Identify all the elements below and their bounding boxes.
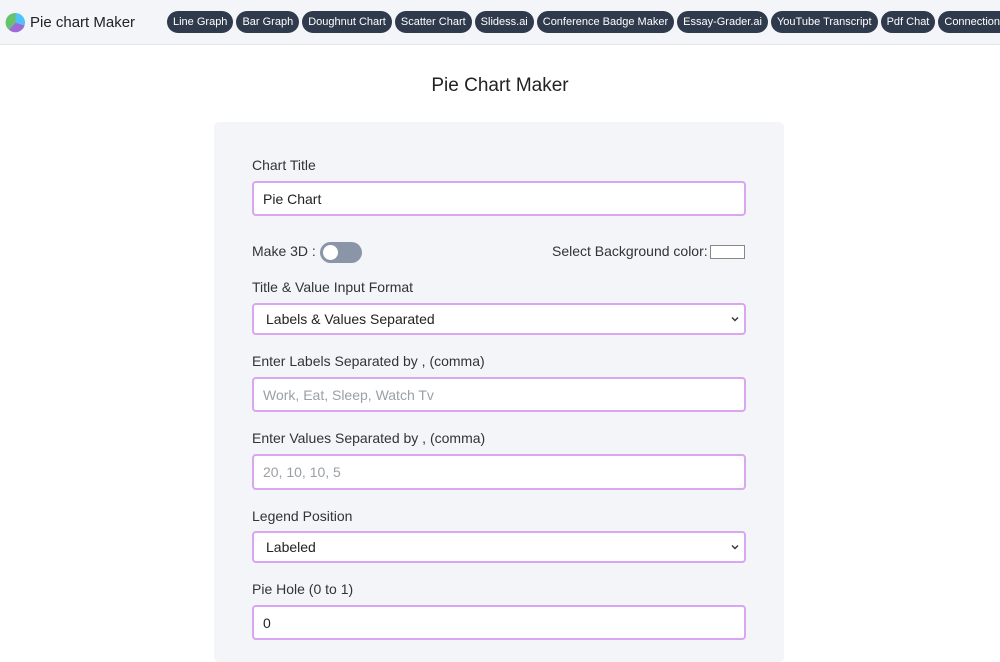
nav-link-line-graph[interactable]: Line Graph [167, 11, 234, 33]
nav-link-slidess-ai[interactable]: Slidess.ai [474, 11, 534, 33]
legend-position-label: Legend Position [252, 508, 353, 524]
input-format-label: Title & Value Input Format [252, 279, 414, 295]
values-label: Enter Values Separated by , (comma) [252, 430, 486, 446]
labels-placeholder: Work, Eat, Sleep, Watch Tv [263, 386, 434, 403]
top-navbar: Pie chart Maker Line Graph Bar Graph Dough… [0, 0, 1000, 45]
chevron-down-icon [731, 317, 739, 322]
pie-hole-label: Pie Hole (0 to 1) [252, 581, 354, 597]
background-color-label: Select Background color: [552, 243, 708, 259]
nav-link-bar-graph[interactable]: Bar Graph [236, 11, 300, 33]
page-title: Pie Chart Maker [431, 75, 569, 96]
background-color-swatch[interactable] [710, 245, 745, 259]
brand-name: Pie chart Maker [30, 13, 136, 31]
make-3d-label: Make 3D : [252, 243, 316, 259]
nav-link-pdf-chat[interactable]: Pdf Chat [880, 11, 936, 33]
input-format-select[interactable]: Labels & Values Separated [252, 303, 746, 335]
values-placeholder: 20, 10, 10, 5 [263, 464, 341, 480]
chart-title-value: Pie Chart [263, 190, 322, 207]
chart-title-label: Chart Title [252, 157, 316, 173]
nav-link-scatter-chart[interactable]: Scatter Chart [394, 11, 472, 33]
pie-hole-input[interactable]: 0 [252, 605, 746, 640]
legend-position-selected: Labeled [266, 539, 316, 555]
make-3d-toggle[interactable] [320, 242, 362, 263]
chart-title-input[interactable]: Pie Chart [252, 181, 746, 216]
legend-position-select[interactable]: Labeled [252, 531, 746, 563]
pie-chart-logo-icon [5, 12, 26, 32]
nav-link-conference-badge-maker[interactable]: Conference Badge Maker [536, 11, 675, 33]
form-card: Chart Title Pie Chart Make 3D : Select B… [214, 122, 784, 662]
chevron-down-icon [731, 545, 739, 550]
nav-link-youtube-transcript[interactable]: YouTube Transcript [770, 11, 878, 33]
nav-link-connectionshint-ai[interactable]: ConnectionsHint.ai [938, 11, 1000, 33]
nav-links: Line Graph Bar Graph Doughnut Chart Scatter… [167, 11, 1000, 33]
input-format-selected: Labels & Values Separated [266, 311, 435, 327]
values-input[interactable]: 20, 10, 10, 5 [252, 454, 746, 490]
nav-link-doughnut-chart[interactable]: Doughnut Chart [302, 11, 392, 33]
toggle-knob [323, 245, 338, 260]
brand[interactable]: Pie chart Maker [5, 11, 135, 33]
labels-label: Enter Labels Separated by , (comma) [252, 353, 485, 369]
nav-link-essay-grader-ai[interactable]: Essay-Grader.ai [677, 11, 768, 33]
labels-input[interactable]: Work, Eat, Sleep, Watch Tv [252, 377, 746, 412]
pie-hole-value: 0 [263, 614, 271, 631]
